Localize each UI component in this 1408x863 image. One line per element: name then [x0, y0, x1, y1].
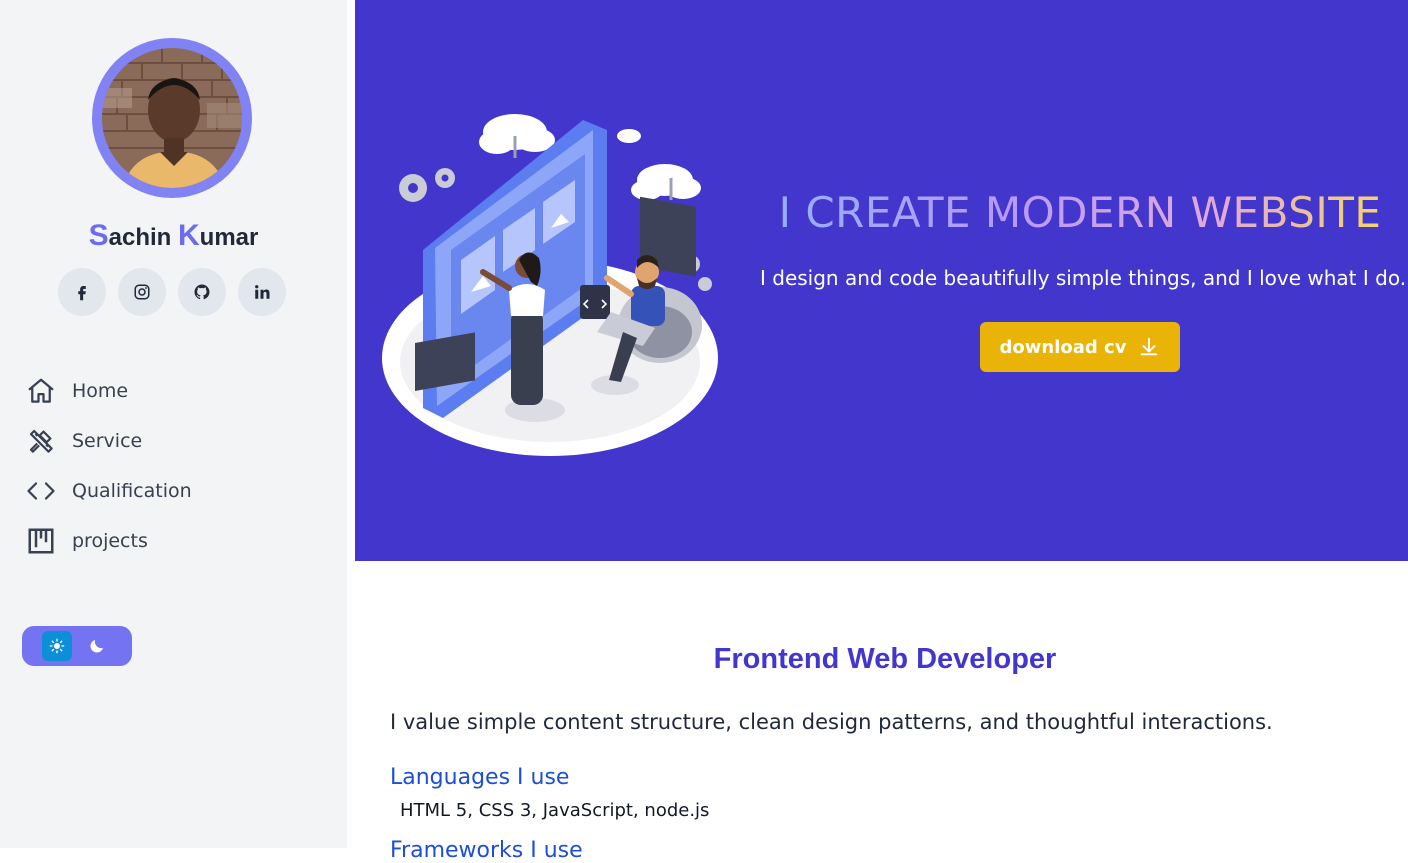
name-first-rest: achin — [108, 224, 178, 251]
light-mode-button[interactable] — [42, 631, 72, 661]
avatar-image — [102, 48, 242, 188]
languages-heading: Languages I use — [390, 765, 570, 790]
sun-icon — [49, 638, 65, 654]
nav-item-service[interactable]: Service — [26, 424, 142, 458]
languages-list: HTML 5, CSS 3, JavaScript, node.js — [400, 800, 710, 821]
facebook-icon — [78, 286, 86, 301]
nav-item-home[interactable]: Home — [26, 374, 128, 408]
theme-toggle[interactable] — [22, 626, 132, 666]
name-last-rest: umar — [199, 224, 259, 251]
instagram-button[interactable] — [118, 268, 166, 316]
kanban-icon — [28, 528, 54, 554]
github-button[interactable] — [178, 268, 226, 316]
tools-icon — [29, 429, 53, 453]
name-last-initial: K — [178, 219, 200, 252]
frameworks-heading: Frameworks I use — [390, 838, 583, 863]
dark-mode-button[interactable] — [82, 631, 112, 661]
home-icon — [28, 378, 54, 403]
sidebar: Sachin Kumar Home Service Qualification … — [0, 0, 347, 848]
instagram-icon — [134, 284, 150, 300]
nav-item-projects-label: projects — [72, 530, 148, 552]
download-cv-button[interactable]: download cv — [980, 322, 1180, 372]
hero-title: I CREATE MODERN WEBSITE — [735, 188, 1408, 237]
hero-section: I CREATE MODERN WEBSITE I design and cod… — [355, 0, 1408, 561]
about-title: Frontend Web Developer — [713, 643, 1057, 675]
nav-item-home-label: Home — [72, 380, 129, 402]
moon-icon — [90, 640, 103, 653]
profile-name: Sachin Kumar — [0, 219, 347, 253]
nav-item-qualification[interactable]: Qualification — [26, 474, 192, 508]
about-text: I value simple content structure, clean … — [390, 710, 1273, 734]
hero-illustration — [382, 114, 718, 456]
download-cv-label: download cv — [999, 336, 1127, 358]
linkedin-button[interactable] — [238, 268, 286, 316]
hero-subtitle: I design and code beautifully simple thi… — [760, 266, 1407, 290]
code-icon — [27, 482, 55, 500]
facebook-button[interactable] — [58, 268, 106, 316]
nav-item-projects[interactable]: projects — [26, 524, 148, 558]
avatar — [102, 48, 242, 188]
linkedin-icon — [255, 285, 270, 299]
nav-item-qualification-label: Qualification — [72, 480, 192, 502]
nav-item-service-label: Service — [72, 430, 143, 452]
github-icon — [194, 284, 210, 300]
download-icon — [1141, 337, 1158, 356]
avatar-ring — [92, 38, 252, 198]
name-first-initial: S — [88, 219, 109, 252]
